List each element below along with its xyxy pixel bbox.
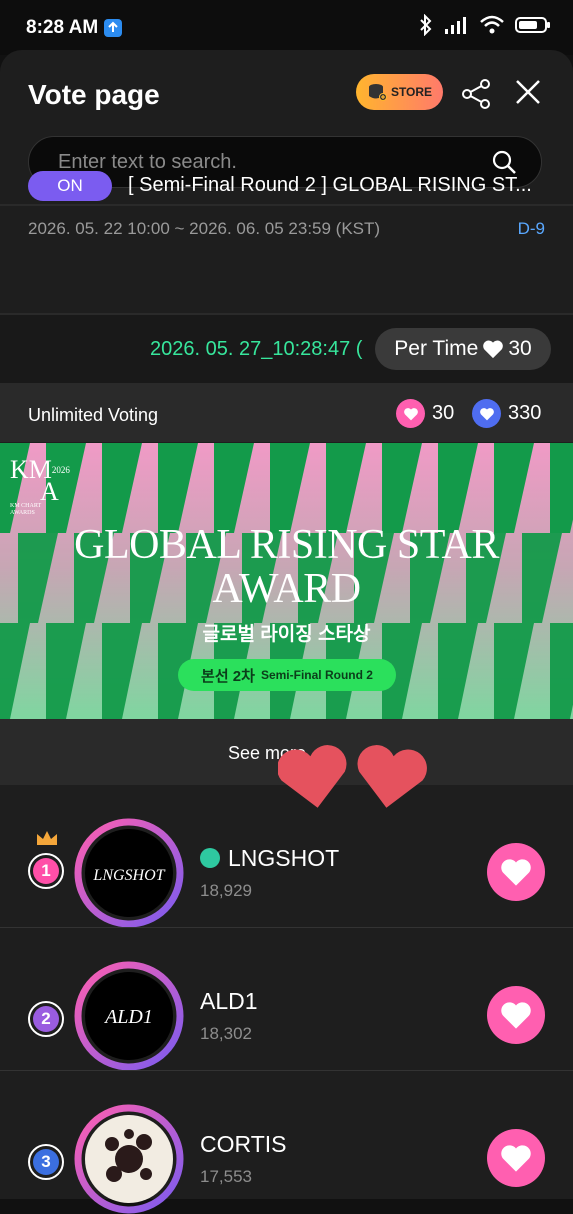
divider [0, 204, 573, 206]
crown-icon [37, 831, 57, 845]
pink-heart-icon [396, 399, 425, 428]
search-icon[interactable] [491, 149, 517, 175]
share-icon[interactable] [460, 78, 492, 110]
artist-name: LNGSHOT [200, 845, 339, 872]
artist-avatar[interactable]: ALD1 [74, 961, 184, 1071]
blue-heart-value: 330 [508, 402, 542, 424]
vote-heart-button[interactable] [487, 1129, 545, 1187]
bluetooth-icon [420, 14, 432, 36]
battery-icon [515, 17, 550, 33]
banner-korean-title: 글로벌 라이징 스타상 [202, 624, 371, 645]
heart-icon [501, 1002, 531, 1029]
dday-badge: D-9 [517, 219, 545, 238]
pink-heart-value: 30 [432, 402, 455, 424]
artist-avatar[interactable]: LNGSHOT [74, 818, 184, 928]
status-time: 8:28 AM [26, 17, 99, 38]
close-icon[interactable] [514, 78, 542, 106]
artist-avatar[interactable] [74, 1104, 184, 1214]
vote-heart-button[interactable] [487, 843, 545, 901]
heart-icon [501, 1145, 531, 1172]
blue-heart-icon [472, 399, 501, 428]
award-banner[interactable]: KM2026 A KM CHART AWARDS GLOBAL RISING S… [0, 443, 573, 719]
status-bar: 8:28 AM [0, 0, 573, 55]
coin-stack-icon [368, 84, 387, 101]
wifi-icon [480, 15, 504, 34]
signal-icon [445, 17, 466, 34]
event-period: 2026. 05. 22 10:00 ~ 2026. 06. 05 23:59 … [28, 219, 381, 238]
artist-row[interactable]: 2 ALD1 ALD1 18,302 [0, 928, 573, 1071]
blue-heart-count: 330 [472, 399, 541, 428]
heart-icon [501, 859, 531, 886]
artist-row[interactable]: 3 CORTIS 17,553 [0, 1071, 573, 1214]
store-label: STORE [390, 85, 433, 99]
per-time-value: 30 [508, 337, 532, 360]
artist-name: ALD1 [200, 988, 258, 1014]
notification-badge-icon [104, 19, 122, 37]
round-pill: 본선 2차 Semi-Final Round 2 [178, 659, 396, 691]
artist-votes: 18,302 [200, 1024, 252, 1043]
artist-name: CORTIS [200, 1131, 287, 1157]
status-badge: ON [28, 171, 112, 201]
round-title[interactable]: [ Semi-Final Round 2 ] GLOBAL RISING ST.… [128, 174, 548, 197]
svg-text:LNGSHOT: LNGSHOT [92, 867, 165, 884]
banner-title: GLOBAL RISING STAR AWARD [74, 522, 499, 612]
artist-votes: 18,929 [200, 881, 252, 900]
per-time-label: Per Time [394, 337, 479, 360]
artist-row[interactable]: 1 LNGSHOT LNGSHOT 18,929 [0, 785, 573, 928]
vote-heart-button[interactable] [487, 986, 545, 1044]
timestamp: 2026. 05. 27_10:28:47 ( [150, 338, 363, 360]
status-icons [419, 14, 551, 36]
unlimited-voting-label: Unlimited Voting [28, 405, 159, 425]
kma-logo: KM2026 A KM CHART AWARDS [10, 455, 70, 517]
svg-text:ALD1: ALD1 [103, 1006, 153, 1028]
rank-badge: 2 [28, 1001, 64, 1037]
store-button[interactable]: STORE [356, 74, 443, 110]
heart-icon [483, 340, 504, 359]
verified-icon [200, 847, 220, 868]
pink-heart-count: 30 [396, 399, 454, 428]
rank-badge: 3 [28, 1144, 64, 1180]
per-time-pill: Per Time 30 [375, 328, 551, 370]
page-title: Vote page [28, 79, 160, 110]
artist-votes: 17,553 [200, 1167, 252, 1186]
rank-badge: 1 [28, 853, 64, 889]
